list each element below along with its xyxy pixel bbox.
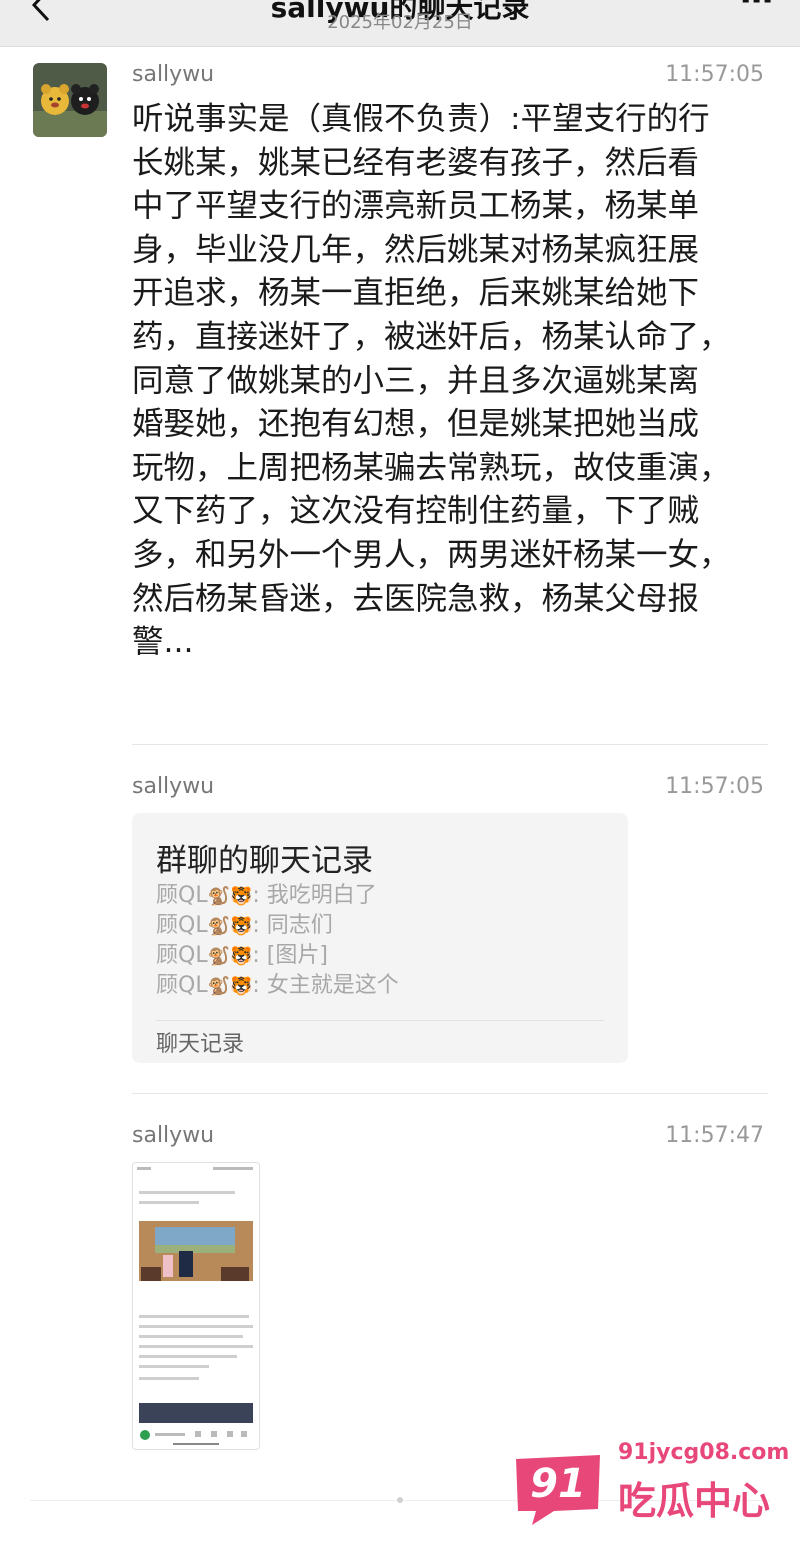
monkey-tiger-emoji-icon: 🐒🐯: [207, 976, 253, 997]
watermark-logo-icon: 91: [516, 1455, 600, 1525]
card-line: 顾QL🐒🐯: [图片]: [156, 941, 399, 971]
card-line: 顾QL🐒🐯: 我吃明白了: [156, 881, 399, 911]
card-line: 顾QL🐒🐯: 女主就是这个: [156, 971, 399, 1001]
message-line: 身，毕业没几年，然后姚某对杨某疯狂展: [132, 231, 700, 268]
message-line: 婚娶她，还抱有幻想，但是姚某把她当成: [132, 406, 700, 443]
message-line: 又下药了，这次没有控制住药量，下了贼: [132, 493, 700, 530]
card-preview: 顾QL🐒🐯: 我吃明白了 顾QL🐒🐯: 同志们 顾QL🐒🐯: [图片] 顾QL🐒…: [156, 881, 399, 1001]
message-time: 11:57:47: [665, 1123, 764, 1148]
page-date: 2025年02月25日: [327, 12, 473, 33]
end-dot: [397, 1497, 403, 1503]
sender-name: sallywu: [132, 1123, 215, 1148]
message-text[interactable]: 听说事实是（真假不负责）:平望支行的行 长姚某，姚某已经有老婆有孩子，然后看 中…: [132, 98, 757, 665]
message-line: 药，直接迷奸了，被迷奸后，杨某认命了，: [132, 318, 731, 355]
message-line: 然后杨某昏迷，去医院急救，杨某父母报: [132, 580, 700, 617]
monkey-tiger-emoji-icon: 🐒🐯: [207, 916, 253, 937]
avatar-image: [33, 63, 107, 137]
card-footer-label: 聊天记录: [156, 1032, 245, 1057]
watermark-badge-text: 91: [530, 1461, 586, 1507]
card-divider: [156, 1020, 604, 1021]
card-line-text: : 我吃明白了: [252, 883, 377, 908]
nav-bar: sallywu的聊天记录 2025年02月25日 ···: [0, 0, 800, 47]
message-line: 听说事实是（真假不负责）:平望支行的行: [132, 101, 710, 137]
monkey-tiger-emoji-icon: 🐒🐯: [207, 886, 253, 907]
message-line: 多，和另外一个男人，两男迷奸杨某一女，: [132, 536, 731, 573]
card-line-name: 顾QL: [156, 943, 208, 968]
chat-history-card[interactable]: 群聊的聊天记录 顾QL🐒🐯: 我吃明白了 顾QL🐒🐯: 同志们 顾QL🐒🐯: […: [132, 813, 628, 1063]
card-line-name: 顾QL: [156, 973, 208, 998]
message-line: 开追求，杨某一直拒绝，后来姚某给她下: [132, 275, 700, 312]
more-options-icon[interactable]: ···: [739, 0, 774, 20]
message-divider: [132, 744, 768, 745]
message-line: 同意了做姚某的小三，并且多次逼姚某离: [132, 362, 700, 399]
card-line-text: : 女主就是这个: [252, 973, 399, 998]
avatar[interactable]: [33, 63, 107, 137]
message-line: 警...: [132, 624, 194, 661]
watermark-site: 91jycg08.com: [618, 1440, 790, 1465]
sender-name: sallywu: [132, 774, 215, 799]
card-line-name: 顾QL: [156, 883, 208, 908]
watermark-badge: 91: [510, 1453, 606, 1525]
card-title: 群聊的聊天记录: [156, 843, 373, 879]
message-time: 11:57:05: [665, 62, 764, 87]
sender-name: sallywu: [132, 62, 215, 87]
message-time: 11:57:05: [665, 774, 764, 799]
card-line-name: 顾QL: [156, 913, 208, 938]
message-divider: [132, 1093, 768, 1094]
card-line: 顾QL🐒🐯: 同志们: [156, 911, 399, 941]
message-line: 玩物，上周把杨某骗去常熟玩，故伎重演，: [132, 449, 731, 486]
card-line-text: : [图片]: [252, 943, 328, 968]
message-line: 中了平望支行的漂亮新员工杨某，杨某单: [132, 188, 700, 225]
message-line: 长姚某，姚某已经有老婆有孩子，然后看: [132, 144, 700, 181]
screenshot-image: [133, 1163, 259, 1449]
card-line-text: : 同志们: [252, 913, 333, 938]
screenshot-thumbnail[interactable]: [132, 1162, 260, 1450]
monkey-tiger-emoji-icon: 🐒🐯: [207, 946, 253, 967]
watermark-name: 吃瓜中心: [618, 1479, 771, 1523]
